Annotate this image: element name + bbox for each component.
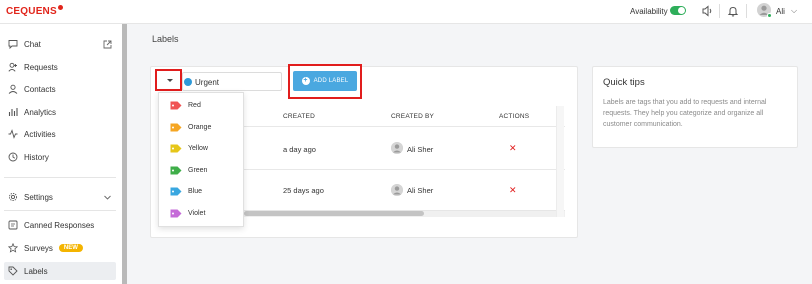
add-label-text: ADD LABEL [313,78,349,84]
requests-icon [8,62,17,72]
creator-avatar [391,184,403,196]
star-icon [8,243,18,253]
color-option-yellow[interactable]: Yellow [170,141,208,155]
sidebar-item-label: Chat [24,39,41,49]
table-vertical-scrollbar[interactable] [556,106,564,217]
color-option-label: Yellow [188,144,208,152]
tag-icon [170,166,182,174]
availability-label: Availability [630,7,668,16]
created-cell: a day ago [283,145,316,154]
color-option-green[interactable]: Green [170,163,207,177]
delete-icon[interactable]: ✕ [509,185,517,196]
tag-icon [170,123,182,131]
sidebar-item-label: Surveys [24,243,53,253]
history-icon [8,152,18,162]
delete-icon[interactable]: ✕ [509,143,517,154]
sidebar-item-settings[interactable]: Settings [4,188,116,206]
sidebar-item-label: Canned Responses [24,220,95,230]
canned-responses-icon [8,220,18,230]
sidebar-divider [4,210,116,211]
cequens-logo: CEQUENS [6,5,63,17]
gear-icon [8,192,18,202]
bell-icon[interactable] [726,4,740,18]
selected-label-text: Urgent [195,78,220,87]
user-name[interactable]: Ali [776,7,785,16]
created-by-cell: Ali Sher [407,186,434,195]
tag-icon [170,209,182,217]
sidebar-scrollbar[interactable] [122,24,127,284]
selected-label-color-dot [184,78,192,86]
sidebar-item-label: Settings [24,192,53,202]
chevron-down-icon[interactable]: ⌵ [791,6,797,16]
sidebar-item-contacts[interactable]: Contacts [4,80,116,98]
color-dropdown-toggle[interactable] [155,69,182,91]
contacts-icon [8,84,18,94]
color-option-label: Orange [188,123,212,131]
created-cell: 25 days ago [283,186,324,195]
quick-tips-title: Quick tips [603,77,645,88]
tag-icon [170,144,182,152]
tag-icon [170,101,182,109]
new-badge: NEW [58,244,83,252]
sidebar-item-chat[interactable]: Chat [4,35,116,53]
topbar-divider [719,4,720,18]
column-header-created[interactable]: CREATED [283,113,315,120]
sidebar-item-activities[interactable]: Activities [4,125,116,143]
sidebar-item-label: Activities [24,129,56,139]
analytics-icon [8,108,18,116]
sidebar-item-surveys[interactable]: Surveys NEW [4,239,116,257]
top-bar [0,0,812,24]
logo-dot [57,5,63,10]
column-header-created-by[interactable]: CREATED BY [391,113,434,120]
tag-icon [170,187,182,195]
sidebar-item-requests[interactable]: Requests [4,58,116,76]
scrollbar-thumb[interactable] [244,211,424,216]
color-option-label: Green [188,166,208,174]
logo-text: CEQUENS [6,6,57,17]
sidebar-item-label: Requests [24,62,58,72]
sidebar-item-analytics[interactable]: Analytics [4,103,116,121]
color-option-label: Red [188,101,201,109]
speaker-icon[interactable] [700,4,714,18]
quick-tips-text: Labels are tags that you add to requests… [603,99,767,128]
sidebar-item-canned-responses[interactable]: Canned Responses [4,216,116,234]
sidebar-divider [4,177,116,178]
column-header-actions: ACTIONS [499,113,530,120]
add-label-button[interactable]: + ADD LABEL [293,71,357,91]
sidebar-item-history[interactable]: History [4,148,116,166]
topbar-divider [746,4,747,18]
sidebar-item-label: History [24,152,49,162]
color-option-blue[interactable]: Blue [170,184,202,198]
creator-avatar [391,142,403,154]
sidebar-item-label: Analytics [24,107,57,117]
plus-icon: + [301,77,310,85]
sidebar-item-label: Contacts [24,84,56,94]
color-option-orange[interactable]: Orange [170,120,211,134]
color-option-label: Blue [188,187,203,195]
availability-toggle[interactable] [670,6,686,15]
sidebar-item-labels[interactable]: Labels [4,262,116,280]
tag-icon [8,266,18,276]
page-title: Labels [152,34,179,44]
activities-icon [8,129,18,139]
external-link-icon[interactable] [103,40,112,49]
chevron-down-icon[interactable] [103,193,112,202]
color-option-label: Violet [188,209,206,217]
created-by-cell: Ali Sher [407,145,434,154]
online-status-dot [767,13,772,18]
color-option-violet[interactable]: Violet [170,206,205,220]
sidebar-item-label: Labels [24,266,48,276]
color-option-red[interactable]: Red [170,98,201,112]
chat-icon [8,40,18,49]
